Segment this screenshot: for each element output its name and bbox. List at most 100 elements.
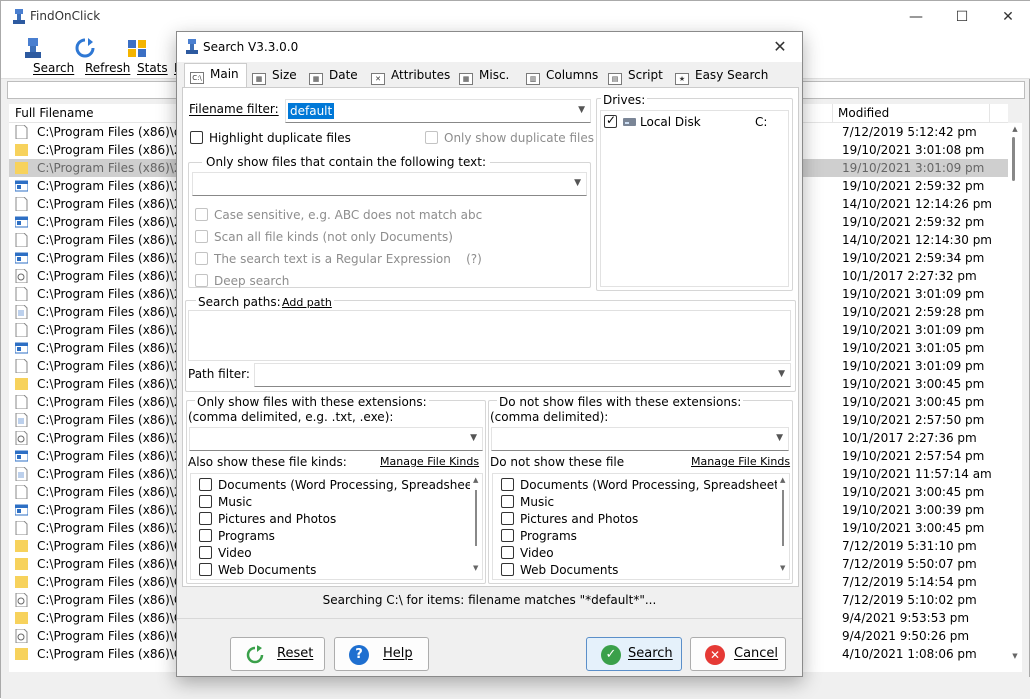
kind-web-documents[interactable]: Web Documents: [501, 563, 618, 577]
scroll-up-icon[interactable]: ▲: [1010, 125, 1020, 135]
add-path-link[interactable]: Add path: [280, 296, 334, 309]
manage-file-kinds-link[interactable]: Manage File Kinds: [691, 455, 790, 468]
kinds-scrollbar[interactable]: ▲ ▼: [777, 474, 789, 579]
tab-misc[interactable]: ▦ Misc.: [459, 65, 509, 87]
cancel-button[interactable]: ✕ Cancel: [690, 637, 786, 671]
filename-filter-value[interactable]: default: [288, 103, 335, 119]
search-button[interactable]: ✓ Search: [586, 637, 682, 671]
kind-documents[interactable]: Documents (Word Processing, Spreadsheet: [199, 478, 477, 492]
filename-cell: C:\Program Files (x86)\2Br: [37, 287, 195, 301]
modified-cell: 19/10/2021 11:57:14 am: [842, 467, 992, 481]
kind-music[interactable]: Music: [199, 495, 252, 509]
minimize-button[interactable]: —: [893, 5, 939, 29]
regex-help-link[interactable]: (?): [466, 252, 482, 266]
file-icon: [15, 521, 28, 535]
kind-music[interactable]: Music: [501, 495, 554, 509]
tab-columns[interactable]: ▥ Columns: [526, 65, 598, 87]
modified-cell: 9/4/2021 9:50:26 pm: [842, 629, 970, 643]
toolbar-refresh-button[interactable]: Refresh: [63, 37, 130, 77]
modified-cell: 19/10/2021 3:00:45 pm: [842, 485, 985, 499]
path-filter-combo[interactable]: ▼: [254, 363, 791, 387]
toolbar-search-button[interactable]: Search: [13, 37, 74, 77]
modified-cell: 19/10/2021 3:01:09 pm: [842, 287, 985, 301]
reset-button[interactable]: Reset: [230, 637, 325, 671]
file-icon: [15, 125, 28, 139]
help-button[interactable]: ? Help: [334, 637, 429, 671]
filename-cell: C:\Program Files (x86)\2Br: [37, 197, 195, 211]
drives-list[interactable]: Local Disk C:: [600, 110, 789, 287]
not-extensions-combo[interactable]: ▼: [491, 427, 789, 451]
modified-cell: 19/10/2021 3:01:05 pm: [842, 341, 985, 355]
not-extensions-hint: (comma delimited):: [490, 410, 609, 424]
search-paths-box[interactable]: [188, 310, 791, 361]
search-paths-label: Search paths:: [196, 295, 283, 309]
toolbar-stats-button[interactable]: Stats: [121, 37, 168, 77]
scroll-down-icon[interactable]: ▼: [1010, 652, 1020, 662]
also-show-kinds-list[interactable]: Documents (Word Processing, Spreadsheet …: [190, 473, 483, 580]
kind-web-documents[interactable]: Web Documents: [199, 563, 316, 577]
chevron-down-icon[interactable]: ▼: [578, 105, 585, 115]
chevron-down-icon[interactable]: ▼: [776, 433, 783, 443]
tab-size[interactable]: ▦ Size: [252, 65, 297, 87]
kind-programs[interactable]: Programs: [501, 529, 577, 543]
regex-checkbox[interactable]: The search text is a Regular Expression …: [195, 252, 482, 266]
dialog-close-button[interactable]: ✕: [765, 37, 795, 59]
drive-item-local-disk[interactable]: Local Disk: [604, 113, 701, 129]
chevron-down-icon[interactable]: ▼: [574, 178, 581, 188]
modified-cell: 7/12/2019 5:10:02 pm: [842, 593, 977, 607]
filename-cell: C:\Program Files (x86)\Cor: [37, 647, 195, 661]
chevron-down-icon[interactable]: ▼: [470, 433, 477, 443]
kinds-scrollbar[interactable]: ▲ ▼: [470, 474, 482, 579]
filename-cell: C:\Program Files (x86)\2Br: [37, 449, 195, 463]
kind-pictures[interactable]: Pictures and Photos: [199, 512, 336, 526]
only-extensions-combo[interactable]: ▼: [189, 427, 483, 451]
manage-file-kinds-link[interactable]: Manage File Kinds: [380, 455, 479, 468]
contain-text-group: Only show files that contain the followi…: [188, 155, 591, 288]
tab-main[interactable]: C:\ Main: [184, 63, 247, 88]
highlight-duplicates-checkbox[interactable]: Highlight duplicate files: [190, 131, 351, 145]
file-icon: [15, 485, 28, 499]
maximize-button[interactable]: ☐: [939, 5, 985, 29]
scan-all-checkbox[interactable]: Scan all file kinds (not only Documents): [195, 230, 453, 244]
tab-script[interactable]: ▤ Script: [608, 65, 663, 87]
kind-video[interactable]: Video: [199, 546, 252, 560]
tab-date[interactable]: ▦ Date: [309, 65, 358, 87]
filename-filter-label: Filename filter:: [189, 102, 279, 116]
tab-attributes[interactable]: ✕ Attributes: [371, 65, 450, 87]
modified-cell: 14/10/2021 12:14:30 pm: [842, 233, 992, 247]
folder-icon: [15, 378, 28, 390]
case-sensitive-checkbox[interactable]: Case sensitive, e.g. ABC does not match …: [195, 208, 482, 222]
window-file-icon: [15, 180, 28, 192]
drive-checkbox[interactable]: [604, 113, 617, 128]
contain-text-combo[interactable]: ▼: [192, 172, 587, 196]
kind-documents[interactable]: Documents (Word Processing, Spreadsheet: [501, 478, 779, 492]
dialog-title-bar: Search V3.3.0.0 ✕: [177, 32, 802, 62]
scroll-thumb[interactable]: [1012, 137, 1015, 181]
kind-video[interactable]: Video: [501, 546, 554, 560]
help-icon: ?: [349, 645, 369, 665]
kind-pictures[interactable]: Pictures and Photos: [501, 512, 638, 526]
filename-filter-combo[interactable]: default ▼: [285, 99, 591, 123]
modified-cell: 14/10/2021 12:14:26 pm: [842, 197, 992, 211]
deep-search-checkbox[interactable]: Deep search: [195, 274, 289, 288]
filename-cell: C:\Program Files (x86)\2Br: [37, 215, 195, 229]
script-icon: ▤: [608, 73, 622, 85]
vertical-scrollbar[interactable]: ▲ ▼: [1008, 123, 1022, 664]
chevron-down-icon[interactable]: ▼: [778, 369, 785, 379]
attributes-icon: ✕: [371, 73, 385, 85]
modified-column-header[interactable]: Modified: [838, 106, 889, 120]
filename-cell: C:\Program Files (x86)\2Br: [37, 179, 195, 193]
path-filter-label: Path filter:: [188, 367, 250, 381]
window-file-icon: [15, 342, 28, 354]
not-show-kinds-list[interactable]: Documents (Word Processing, Spreadsheet …: [492, 473, 790, 580]
gear-file-icon: [15, 269, 28, 283]
only-show-duplicates-checkbox[interactable]: Only show duplicate files: [425, 131, 594, 145]
modified-cell: 7/12/2019 5:31:10 pm: [842, 539, 977, 553]
kind-programs[interactable]: Programs: [199, 529, 275, 543]
dialog-title: Search V3.3.0.0: [203, 40, 299, 54]
window-file-icon: [15, 504, 28, 516]
window-file-icon: [15, 252, 28, 264]
tab-easy-search[interactable]: ★ Easy Search: [675, 65, 768, 87]
close-button[interactable]: ✕: [985, 5, 1030, 29]
filename-column-header[interactable]: Full Filename: [15, 106, 93, 120]
